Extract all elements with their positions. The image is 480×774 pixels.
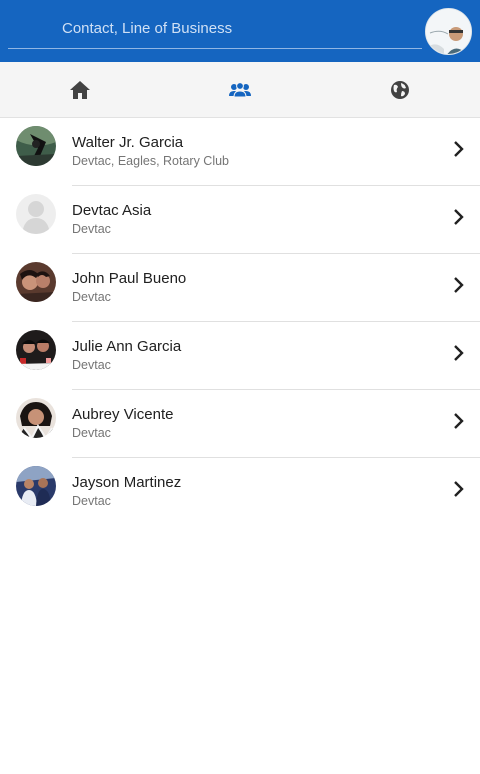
contact-orgs: Devtac — [72, 222, 111, 236]
tab-groups[interactable] — [160, 62, 320, 118]
avatar — [16, 398, 56, 438]
chevron-right-icon — [454, 277, 464, 293]
contact-orgs: Devtac — [72, 358, 111, 372]
profile-photo — [426, 9, 471, 54]
avatar — [16, 194, 56, 234]
contact-name: Devtac Asia — [72, 202, 152, 219]
avatar — [16, 262, 56, 302]
home-icon — [70, 81, 90, 99]
contact-row[interactable]: Walter Jr. Garcia Devtac, Eagles, Rotary… — [0, 118, 480, 186]
contact-orgs: Devtac — [72, 426, 111, 440]
contact-name: John Paul Bueno — [72, 270, 187, 287]
contact-row[interactable]: John Paul Bueno Devtac — [0, 254, 480, 322]
contact-name: Jayson Martinez — [72, 474, 182, 491]
chevron-right-icon — [454, 345, 464, 361]
contact-name: Julie Ann Garcia — [72, 338, 182, 355]
contact-row[interactable]: Aubrey Vicente Devtac — [0, 390, 480, 458]
search-input[interactable] — [62, 18, 412, 38]
app-bar — [0, 0, 480, 62]
profile-avatar[interactable] — [425, 8, 472, 55]
groups-icon — [229, 82, 251, 98]
chevron-right-icon — [454, 141, 464, 157]
contact-name: Walter Jr. Garcia — [72, 134, 184, 151]
chevron-right-icon — [454, 481, 464, 497]
tab-home[interactable] — [0, 62, 160, 118]
avatar — [16, 330, 56, 370]
globe-icon — [391, 81, 409, 99]
contact-name: Aubrey Vicente — [72, 406, 174, 423]
tab-world[interactable] — [320, 62, 480, 118]
contact-orgs: Devtac — [72, 290, 111, 304]
contact-list: Walter Jr. Garcia Devtac, Eagles, Rotary… — [0, 118, 480, 526]
contact-row[interactable]: Julie Ann Garcia Devtac — [0, 322, 480, 390]
contact-orgs: Devtac — [72, 494, 111, 508]
contact-row[interactable]: Devtac Asia Devtac — [0, 186, 480, 254]
contact-orgs: Devtac, Eagles, Rotary Club — [72, 154, 230, 168]
contact-row[interactable]: Jayson Martinez Devtac — [0, 458, 480, 526]
avatar — [16, 466, 56, 506]
avatar — [16, 126, 56, 166]
tab-bar — [0, 62, 480, 118]
search-bar — [8, 10, 422, 49]
chevron-right-icon — [454, 413, 464, 429]
chevron-right-icon — [454, 209, 464, 225]
